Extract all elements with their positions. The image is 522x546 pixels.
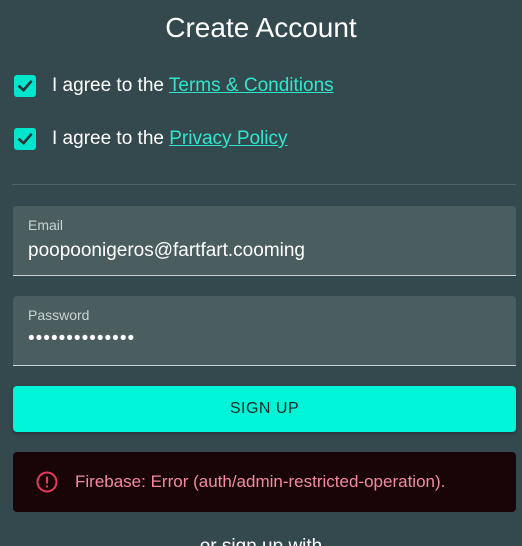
page-title: Create Account — [165, 12, 357, 43]
alternate-signup-text: or sign up with — [0, 536, 522, 546]
email-field[interactable]: Email poopoonigeros@fartfart.cooming — [13, 206, 516, 276]
terms-agreement-row: I agree to the Terms & Conditions — [14, 73, 334, 99]
password-label: Password — [28, 307, 90, 323]
email-label: Email — [28, 217, 64, 233]
password-field[interactable]: Password •••••••••••••• — [13, 296, 516, 366]
privacy-checkbox[interactable] — [14, 128, 36, 150]
error-circle-icon — [36, 471, 58, 493]
section-divider — [12, 184, 516, 185]
terms-link[interactable]: Terms & Conditions — [169, 75, 334, 96]
terms-agreement-text: I agree to the Terms & Conditions — [52, 75, 334, 97]
password-value[interactable]: •••••••••••••• — [28, 328, 135, 350]
check-icon — [17, 132, 33, 146]
terms-checkbox[interactable] — [14, 75, 36, 97]
privacy-link[interactable]: Privacy Policy — [169, 128, 287, 149]
terms-prefix: I agree to the — [52, 75, 169, 96]
error-message: Firebase: Error (auth/admin-restricted-o… — [75, 472, 446, 491]
error-alert: Firebase: Error (auth/admin-restricted-o… — [13, 452, 516, 512]
email-value[interactable]: poopoonigeros@fartfart.cooming — [28, 240, 305, 262]
create-account-page: Create Account I agree to the Terms & Co… — [0, 0, 522, 546]
privacy-agreement-row: I agree to the Privacy Policy — [14, 126, 288, 152]
check-icon — [17, 79, 33, 93]
privacy-prefix: I agree to the — [52, 128, 170, 149]
sign-up-button[interactable]: SIGN UP — [13, 386, 516, 432]
privacy-agreement-text: I agree to the Privacy Policy — [52, 128, 288, 150]
